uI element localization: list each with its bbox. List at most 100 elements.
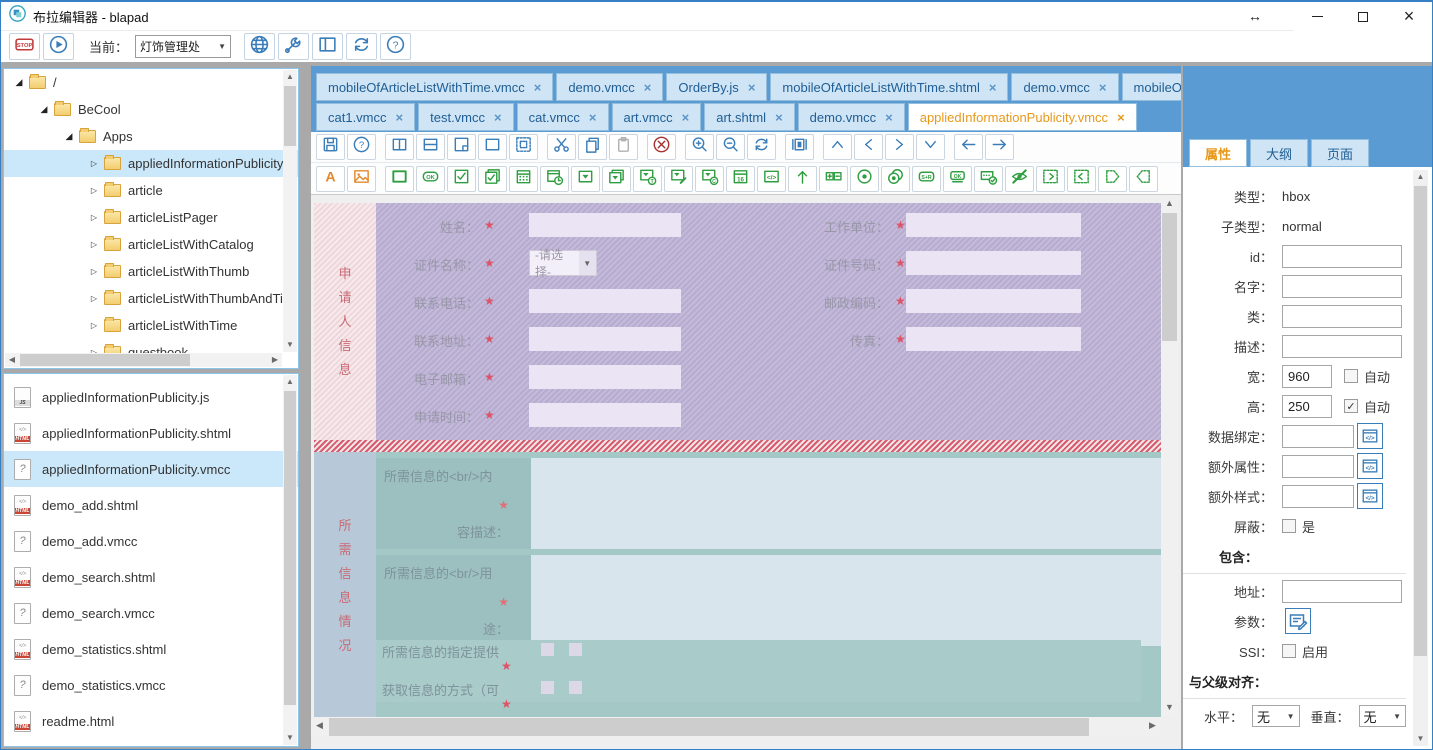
plus-minus-button[interactable]	[819, 166, 848, 192]
tab-cat1.vmcc[interactable]: cat1.vmcc×	[316, 103, 415, 131]
indent-left-button[interactable]	[1067, 166, 1096, 192]
expand-icon[interactable]: ▷	[87, 294, 101, 303]
collapse-icon[interactable]: ◢	[37, 104, 51, 115]
tree-vscroll-thumb[interactable]	[284, 86, 296, 146]
upload-button[interactable]	[788, 166, 817, 192]
tree-item-article[interactable]: ▷article	[4, 177, 298, 204]
tab-属性[interactable]: 属性	[1189, 139, 1247, 167]
tree-item-root[interactable]: ◢/	[4, 69, 298, 96]
checkbox[interactable]	[1344, 369, 1358, 383]
chevron-left-button[interactable]	[854, 134, 883, 160]
prop-input[interactable]	[1282, 485, 1354, 508]
tree-item-articleListWithTime[interactable]: ▷articleListWithTime	[4, 312, 298, 339]
copy-button[interactable]	[578, 134, 607, 160]
arrow-right-button[interactable]	[985, 134, 1014, 160]
chevron-down-button[interactable]	[916, 134, 945, 160]
tab-demo.vmcc[interactable]: demo.vmcc×	[798, 103, 905, 131]
form-input-field[interactable]	[906, 289, 1081, 313]
tree-item-BeCool[interactable]: ◢BeCool	[4, 96, 298, 123]
form-textarea-field[interactable]	[531, 458, 1161, 549]
prop-input[interactable]	[1282, 335, 1402, 358]
help-button[interactable]: ?	[347, 134, 376, 160]
paste-button[interactable]	[609, 134, 638, 160]
tab-close-icon[interactable]: ×	[775, 110, 783, 125]
form-checkbox[interactable]	[541, 643, 554, 656]
expand-icon[interactable]: ▷	[87, 267, 101, 276]
form-checkbox[interactable]	[569, 643, 582, 656]
prop-input[interactable]: 960	[1282, 365, 1332, 388]
dropdown-copy-button[interactable]: C	[695, 166, 724, 192]
dropdown-group-button[interactable]	[602, 166, 631, 192]
message-check-button[interactable]	[974, 166, 1003, 192]
expand-icon[interactable]: ▷	[87, 321, 101, 330]
tree-hscroll-thumb[interactable]	[20, 354, 190, 366]
form-input-field[interactable]	[906, 213, 1081, 237]
tab-close-icon[interactable]: ×	[1099, 80, 1107, 95]
file-item-appliedInformationPublicity.shtml[interactable]: </>HTMLappliedInformationPublicity.shtml	[4, 415, 298, 451]
dropdown-text-button[interactable]: T	[633, 166, 662, 192]
radio-group-button[interactable]	[881, 166, 910, 192]
scroll-down-icon[interactable]: ▼	[283, 338, 297, 352]
corner-box-button[interactable]	[447, 134, 476, 160]
tab-test.vmcc[interactable]: test.vmcc×	[418, 103, 514, 131]
align-v-select[interactable]: 无▼	[1359, 705, 1407, 727]
tab-close-icon[interactable]: ×	[682, 110, 690, 125]
tree-item-articleListWithCatalog[interactable]: ▷articleListWithCatalog	[4, 231, 298, 258]
tree-item-articleListPager[interactable]: ▷articleListPager	[4, 204, 298, 231]
file-item-demo_search.vmcc[interactable]: ?demo_search.vmcc	[4, 595, 298, 631]
expand-icon[interactable]: ▷	[87, 159, 101, 168]
tab-close-icon[interactable]: ×	[989, 80, 997, 95]
form-checkbox[interactable]	[569, 681, 582, 694]
calendar-time-button[interactable]	[540, 166, 569, 192]
scroll-up-icon[interactable]: ▲	[283, 375, 297, 389]
wrench-button[interactable]	[278, 33, 309, 60]
prop-input[interactable]	[1282, 245, 1402, 268]
dropdown-button[interactable]	[571, 166, 600, 192]
scroll-right-icon[interactable]: ▶	[268, 353, 282, 367]
expand-icon[interactable]: ▷	[87, 213, 101, 222]
prop-input[interactable]: 250	[1282, 395, 1332, 418]
form-textarea-field[interactable]	[531, 555, 1161, 646]
delete-button[interactable]	[647, 134, 676, 160]
zoom-out-button[interactable]	[716, 134, 745, 160]
tree-item-Apps[interactable]: ◢Apps	[4, 123, 298, 150]
file-item-demo_add.shtml[interactable]: </>HTMLdemo_add.shtml	[4, 487, 298, 523]
expand-icon[interactable]: ▷	[87, 240, 101, 249]
split-vertical-button[interactable]	[385, 134, 414, 160]
tab-close-icon[interactable]: ×	[589, 110, 597, 125]
canvas-horizontal-scrollbar[interactable]: ◀ ▶	[311, 717, 1161, 737]
arrow-left-button[interactable]	[954, 134, 983, 160]
scroll-down-icon[interactable]: ▼	[283, 731, 297, 745]
layout-button[interactable]	[312, 33, 343, 60]
file-item-appliedInformationPublicity.js[interactable]: JSappliedInformationPublicity.js	[4, 379, 298, 415]
search-replace-button[interactable]: S+R	[912, 166, 941, 192]
prop-input[interactable]	[1282, 580, 1402, 603]
move-right-button[interactable]	[1098, 166, 1127, 192]
scroll-up-icon[interactable]: ▲	[283, 70, 297, 84]
form-select-field[interactable]: -请选择-▼	[529, 250, 597, 276]
chevron-up-button[interactable]	[823, 134, 852, 160]
center-box-button[interactable]	[785, 134, 814, 160]
tab-cat.vmcc[interactable]: cat.vmcc×	[517, 103, 609, 131]
rect-outline-button[interactable]	[385, 166, 414, 192]
code-editor-button[interactable]: </>	[1357, 453, 1383, 479]
tab-close-icon[interactable]: ×	[494, 110, 502, 125]
canvas-vertical-scrollbar[interactable]: ▲ ▼	[1161, 195, 1178, 716]
tree-item-appliedInformationPublicity[interactable]: ▷appliedInformationPublicity	[4, 150, 298, 177]
scroll-right-icon[interactable]: ▶	[1144, 717, 1161, 734]
prop-input[interactable]	[1282, 275, 1402, 298]
design-canvas[interactable]: 申请人信息 姓名：★证件名称：★-请选择-▼联系电话：★联系地址：★电子邮箱：★…	[311, 194, 1181, 749]
tab-mobileOfArticleListWithTime.vmcc[interactable]: mobileOfArticleListWithTime.vmcc×	[316, 73, 553, 101]
tab-demo.vmcc[interactable]: demo.vmcc×	[1011, 73, 1118, 101]
props-vertical-scrollbar[interactable]: ▲ ▼	[1413, 170, 1428, 746]
move-left-button[interactable]	[1129, 166, 1158, 192]
file-item-readme.html[interactable]: </>HTMLreadme.html	[4, 703, 298, 739]
tab-mobileOfArticleListWithTime.shtml[interactable]: mobileOfArticleListWithTime.shtml×	[770, 73, 1008, 101]
checkbox[interactable]: ✓	[1344, 399, 1358, 413]
globe-button[interactable]	[244, 33, 275, 60]
refresh-button[interactable]	[346, 33, 377, 60]
expand-icon[interactable]: ▷	[87, 186, 101, 195]
code-editor-button[interactable]: </>	[1357, 483, 1383, 509]
text-button[interactable]: A	[316, 166, 345, 192]
tree-item-articleListWithThumbAndTir[interactable]: ▷articleListWithThumbAndTir	[4, 285, 298, 312]
